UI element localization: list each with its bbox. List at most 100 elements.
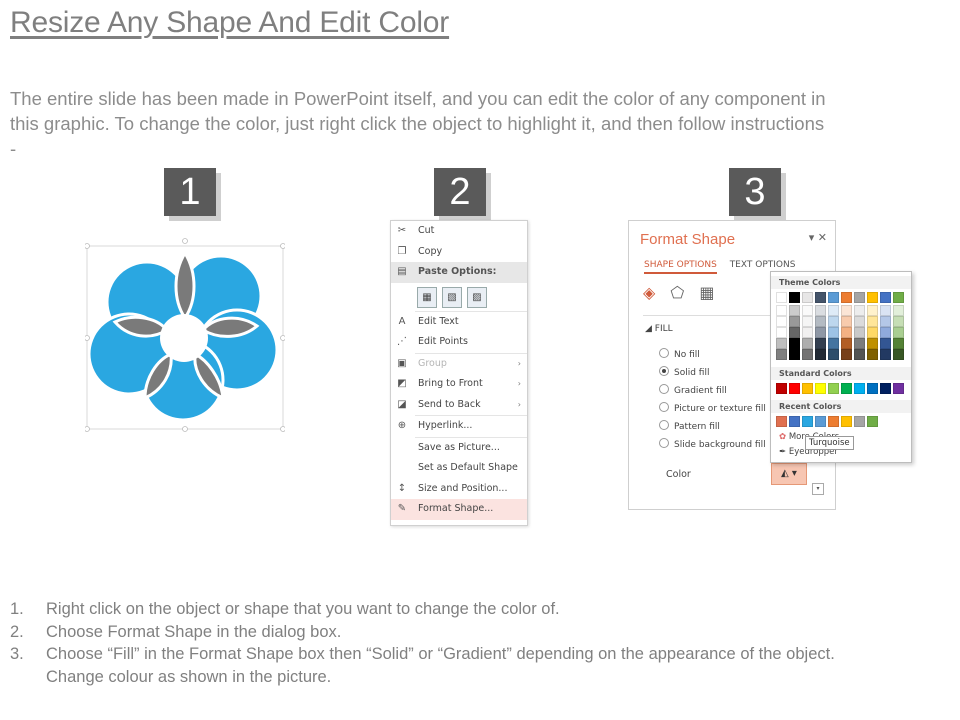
- tab-shape-options[interactable]: SHAPE OPTIONS: [644, 260, 717, 274]
- theme-color-shade-swatch[interactable]: [789, 338, 800, 349]
- menu-item-group[interactable]: ▣ Group ›: [391, 354, 527, 375]
- theme-color-shade-swatch[interactable]: [854, 338, 865, 349]
- theme-color-swatch[interactable]: [815, 292, 826, 303]
- theme-color-shade-swatch[interactable]: [815, 305, 826, 316]
- theme-color-swatch[interactable]: [880, 292, 891, 303]
- theme-color-shade-swatch[interactable]: [841, 327, 852, 338]
- theme-color-swatch[interactable]: [776, 292, 787, 303]
- theme-color-shade-swatch[interactable]: [867, 327, 878, 338]
- theme-color-shade-swatch[interactable]: [776, 316, 787, 327]
- theme-color-shade-swatch[interactable]: [854, 305, 865, 316]
- menu-item-save-as-picture[interactable]: Save as Picture...: [391, 438, 527, 459]
- theme-color-swatch[interactable]: [828, 292, 839, 303]
- theme-color-shade-swatch[interactable]: [841, 316, 852, 327]
- theme-color-shade-swatch[interactable]: [815, 338, 826, 349]
- standard-color-swatch[interactable]: [854, 383, 865, 394]
- theme-color-shade-swatch[interactable]: [789, 327, 800, 338]
- theme-color-shade-swatch[interactable]: [880, 305, 891, 316]
- size-properties-icon[interactable]: ▦: [699, 283, 714, 302]
- theme-color-swatch[interactable]: [854, 292, 865, 303]
- option-solid-fill[interactable]: Solid fill: [659, 366, 709, 378]
- theme-color-shade-swatch[interactable]: [828, 349, 839, 360]
- standard-color-swatch[interactable]: [828, 383, 839, 394]
- flower-graphic[interactable]: [84, 238, 286, 432]
- fill-section-header[interactable]: ◢ FILL: [645, 324, 673, 334]
- theme-color-shade-swatch[interactable]: [802, 349, 813, 360]
- theme-color-swatch[interactable]: [867, 292, 878, 303]
- theme-color-swatch[interactable]: [893, 292, 904, 303]
- recent-color-swatch[interactable]: [841, 416, 852, 427]
- theme-color-shade-swatch[interactable]: [828, 327, 839, 338]
- theme-color-shade-swatch[interactable]: [893, 327, 904, 338]
- theme-color-shade-swatch[interactable]: [789, 349, 800, 360]
- option-no-fill[interactable]: No fill: [659, 348, 700, 360]
- standard-color-swatch[interactable]: [789, 383, 800, 394]
- radio-solid-fill[interactable]: [659, 366, 669, 376]
- theme-color-shade-swatch[interactable]: [841, 338, 852, 349]
- theme-color-shade-swatch[interactable]: [776, 305, 787, 316]
- theme-color-shade-swatch[interactable]: [867, 349, 878, 360]
- theme-color-shade-swatch[interactable]: [815, 316, 826, 327]
- theme-color-shade-swatch[interactable]: [802, 338, 813, 349]
- theme-color-shade-swatch[interactable]: [789, 316, 800, 327]
- menu-item-hyperlink[interactable]: ⊕ Hyperlink...: [391, 416, 527, 437]
- radio-gradient-fill[interactable]: [659, 384, 669, 394]
- menu-item-edit-points[interactable]: ⋰ Edit Points: [391, 332, 527, 353]
- theme-color-shade-swatch[interactable]: [815, 327, 826, 338]
- recent-color-swatch[interactable]: [776, 416, 787, 427]
- option-slide-background-fill[interactable]: Slide background fill: [659, 438, 766, 450]
- fill-color-button[interactable]: ◭ ▾: [771, 463, 807, 485]
- theme-color-shade-swatch[interactable]: [854, 349, 865, 360]
- paste-destination-theme-icon[interactable]: ▧: [442, 286, 462, 308]
- standard-color-swatch[interactable]: [880, 383, 891, 394]
- theme-color-shade-swatch[interactable]: [893, 349, 904, 360]
- theme-color-shade-swatch[interactable]: [802, 327, 813, 338]
- theme-color-shade-swatch[interactable]: [880, 338, 891, 349]
- theme-color-swatch[interactable]: [789, 292, 800, 303]
- recent-color-swatch[interactable]: [815, 416, 826, 427]
- theme-color-swatch[interactable]: [802, 292, 813, 303]
- theme-color-shade-swatch[interactable]: [828, 338, 839, 349]
- standard-color-swatch[interactable]: [841, 383, 852, 394]
- tab-text-options[interactable]: TEXT OPTIONS: [730, 260, 796, 270]
- standard-color-swatch[interactable]: [893, 383, 904, 394]
- dropdown-arrow-icon[interactable]: ▾: [812, 483, 824, 495]
- theme-color-shade-swatch[interactable]: [841, 305, 852, 316]
- menu-item-set-default-shape[interactable]: Set as Default Shape: [391, 458, 527, 479]
- theme-color-shade-swatch[interactable]: [802, 316, 813, 327]
- theme-color-shade-swatch[interactable]: [776, 349, 787, 360]
- menu-item-bring-to-front[interactable]: ◩ Bring to Front ›: [391, 374, 527, 395]
- effects-pentagon-icon[interactable]: ⬠: [670, 283, 684, 302]
- menu-item-copy[interactable]: ❐ Copy: [391, 242, 527, 263]
- paste-picture-icon[interactable]: ▨: [467, 286, 487, 308]
- paste-keep-source-icon[interactable]: ▦: [417, 286, 437, 308]
- radio-picture-fill[interactable]: [659, 402, 669, 412]
- theme-color-shade-swatch[interactable]: [893, 305, 904, 316]
- standard-color-swatch[interactable]: [867, 383, 878, 394]
- option-pattern-fill[interactable]: Pattern fill: [659, 420, 720, 432]
- theme-color-shade-swatch[interactable]: [867, 338, 878, 349]
- theme-color-shade-swatch[interactable]: [815, 349, 826, 360]
- recent-color-swatch[interactable]: [828, 416, 839, 427]
- pane-options-icon[interactable]: ▾: [809, 231, 815, 244]
- standard-color-swatch[interactable]: [776, 383, 787, 394]
- menu-item-format-shape[interactable]: ✎ Format Shape...: [391, 499, 527, 520]
- theme-color-shade-swatch[interactable]: [776, 327, 787, 338]
- option-gradient-fill[interactable]: Gradient fill: [659, 384, 727, 396]
- option-picture-texture-fill[interactable]: Picture or texture fill: [659, 402, 766, 414]
- radio-slide-bg-fill[interactable]: [659, 438, 669, 448]
- theme-color-shade-swatch[interactable]: [802, 305, 813, 316]
- menu-item-edit-text[interactable]: A Edit Text: [391, 312, 527, 333]
- theme-color-shade-swatch[interactable]: [854, 327, 865, 338]
- theme-color-shade-swatch[interactable]: [893, 316, 904, 327]
- menu-item-size-and-position[interactable]: ↕ Size and Position...: [391, 479, 527, 500]
- theme-color-shade-swatch[interactable]: [880, 327, 891, 338]
- theme-color-shade-swatch[interactable]: [776, 338, 787, 349]
- menu-item-cut[interactable]: ✂ Cut: [391, 221, 527, 242]
- theme-color-shade-swatch[interactable]: [789, 305, 800, 316]
- theme-color-swatch[interactable]: [841, 292, 852, 303]
- theme-color-shade-swatch[interactable]: [867, 316, 878, 327]
- standard-color-swatch[interactable]: [802, 383, 813, 394]
- theme-color-shade-swatch[interactable]: [841, 349, 852, 360]
- theme-color-shade-swatch[interactable]: [893, 338, 904, 349]
